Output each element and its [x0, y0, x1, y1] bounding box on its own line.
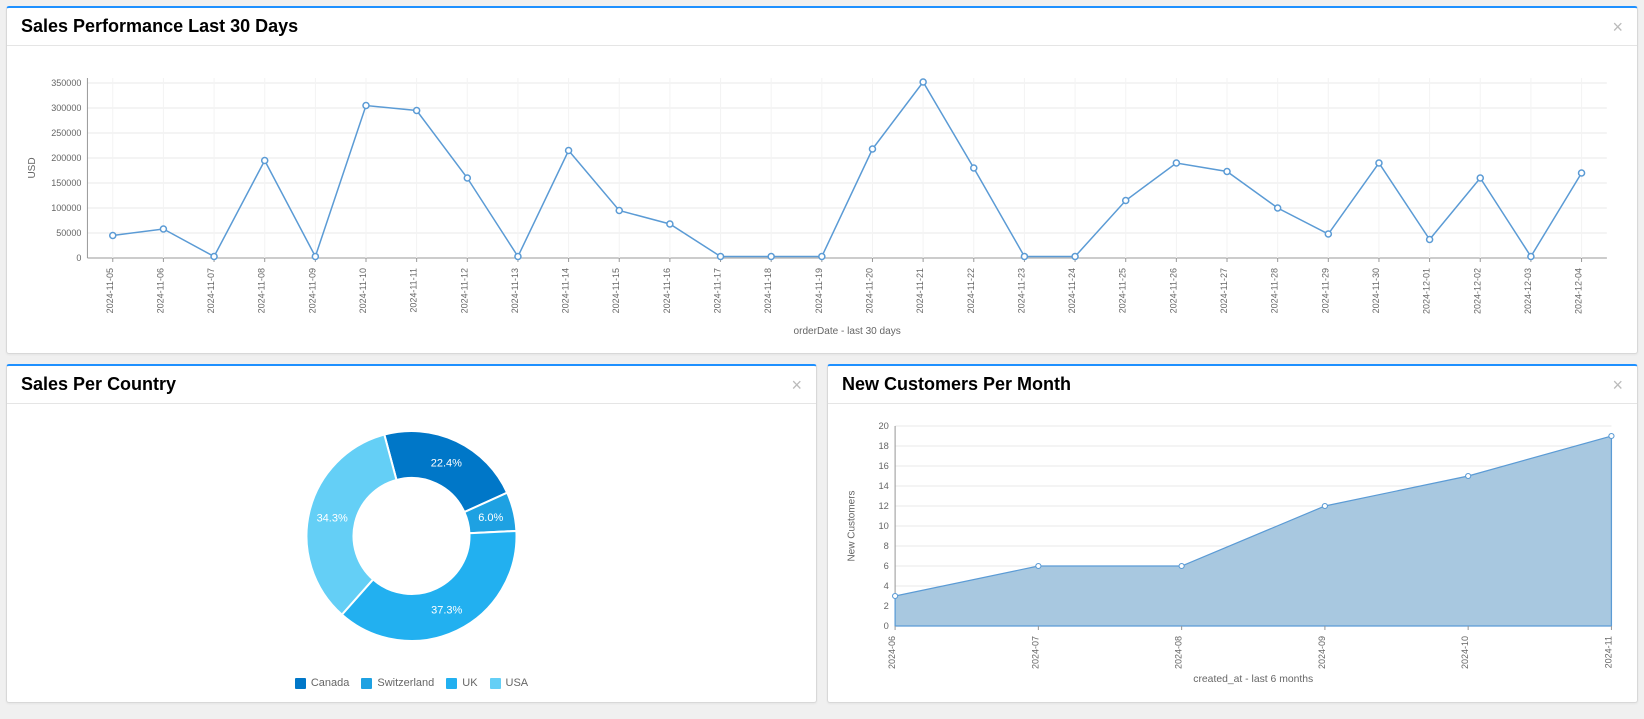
panel-header: Sales Performance Last 30 Days × [7, 8, 1637, 46]
panel-title: Sales Per Country [21, 374, 176, 395]
panel-header: New Customers Per Month × [828, 366, 1637, 404]
svg-text:2024-12-01: 2024-12-01 [1422, 268, 1432, 314]
svg-text:2024-11-07: 2024-11-07 [206, 268, 216, 313]
legend-swatch [361, 678, 372, 689]
svg-text:2024-11-19: 2024-11-19 [814, 268, 824, 313]
legend-label: Canada [311, 677, 350, 689]
svg-text:2024-12-02: 2024-12-02 [1472, 268, 1482, 314]
svg-text:2024-11-12: 2024-11-12 [459, 268, 469, 313]
svg-text:4: 4 [884, 581, 889, 591]
svg-text:12: 12 [878, 501, 888, 511]
svg-text:8: 8 [884, 541, 889, 551]
svg-text:2024-06: 2024-06 [887, 636, 897, 669]
svg-text:50000: 50000 [56, 228, 81, 238]
svg-text:2024-11-11: 2024-11-11 [409, 268, 419, 313]
svg-text:250000: 250000 [51, 128, 81, 138]
panel-title: Sales Performance Last 30 Days [21, 16, 298, 37]
svg-text:2024-11-10: 2024-11-10 [358, 268, 368, 313]
svg-text:0: 0 [884, 621, 889, 631]
legend-label: USA [506, 677, 529, 689]
panel-new-customers: New Customers Per Month × 0 2 4 6 8 10 12 14 16 1… [827, 364, 1638, 703]
legend-label: UK [462, 677, 477, 689]
svg-text:6.0%: 6.0% [478, 512, 503, 524]
svg-text:2024-12-04: 2024-12-04 [1574, 268, 1584, 314]
legend-label: Switzerland [377, 677, 434, 689]
svg-text:2024-11-25: 2024-11-25 [1118, 268, 1128, 313]
svg-text:2024-07: 2024-07 [1030, 636, 1040, 669]
svg-text:2024-09: 2024-09 [1317, 636, 1327, 669]
svg-text:16: 16 [878, 461, 888, 471]
legend-item[interactable]: USA [490, 677, 529, 689]
panel-body: 22.4% 6.0% 37.3% 34.3% Canada Switzerland UK U… [7, 404, 816, 702]
chart-sales-30[interactable]: 0 50000 100000 150000 200000 250000 300000 3500… [17, 58, 1627, 338]
svg-text:200000: 200000 [51, 153, 81, 163]
chart-sales-country[interactable]: 22.4% 6.0% 37.3% 34.3% [17, 416, 806, 666]
panel-sales-country: Sales Per Country × 22.4% 6.0% 37.3% 34.3% … [6, 364, 817, 703]
svg-text:2024-11-17: 2024-11-17 [713, 268, 723, 313]
legend: Canada Switzerland UK USA [17, 671, 806, 692]
panel-title: New Customers Per Month [842, 374, 1071, 395]
svg-text:2024-11-05: 2024-11-05 [105, 268, 115, 313]
svg-text:2024-11-26: 2024-11-26 [1168, 268, 1178, 313]
svg-text:2024-11-09: 2024-11-09 [307, 268, 317, 313]
svg-text:2024-10: 2024-10 [1460, 636, 1470, 669]
chart-new-customers[interactable]: 0 2 4 6 8 10 12 14 16 18 20 New Customers 2024-06 202… [838, 416, 1627, 686]
close-icon[interactable]: × [1612, 18, 1623, 36]
svg-text:2024-11-06: 2024-11-06 [155, 268, 165, 313]
svg-text:14: 14 [878, 481, 888, 491]
svg-text:2024-11-29: 2024-11-29 [1320, 268, 1330, 313]
svg-text:orderDate - last 30 days: orderDate - last 30 days [794, 326, 901, 337]
svg-text:18: 18 [878, 441, 888, 451]
svg-text:2024-11-15: 2024-11-15 [611, 268, 621, 313]
svg-text:150000: 150000 [51, 178, 81, 188]
svg-text:0: 0 [76, 253, 81, 263]
svg-text:New Customers: New Customers [846, 490, 857, 561]
svg-text:2024-11-13: 2024-11-13 [510, 268, 520, 313]
svg-text:2024-11-16: 2024-11-16 [662, 268, 672, 313]
close-icon[interactable]: × [791, 376, 802, 394]
panel-sales-30: Sales Performance Last 30 Days × 0 50000 1… [6, 6, 1638, 354]
svg-text:2024-11-08: 2024-11-08 [257, 268, 267, 313]
svg-text:2024-11-30: 2024-11-30 [1371, 268, 1381, 313]
svg-text:20: 20 [878, 421, 888, 431]
panel-body: 0 50000 100000 150000 200000 250000 300000 3500… [7, 46, 1637, 353]
svg-text:2024-11-23: 2024-11-23 [1016, 268, 1026, 313]
svg-text:10: 10 [878, 521, 888, 531]
panel-body: 0 2 4 6 8 10 12 14 16 18 20 New Customers 2024-06 202… [828, 404, 1637, 701]
svg-text:350000: 350000 [51, 78, 81, 88]
svg-text:USD: USD [27, 157, 38, 178]
svg-text:2024-11-22: 2024-11-22 [966, 268, 976, 313]
legend-swatch [490, 678, 501, 689]
legend-swatch [295, 678, 306, 689]
close-icon[interactable]: × [1612, 376, 1623, 394]
svg-text:2024-11-14: 2024-11-14 [561, 268, 571, 313]
legend-item[interactable]: Canada [295, 677, 350, 689]
svg-text:2024-11-18: 2024-11-18 [763, 268, 773, 313]
svg-text:6: 6 [884, 561, 889, 571]
svg-text:100000: 100000 [51, 203, 81, 213]
svg-text:2024-12-03: 2024-12-03 [1523, 268, 1533, 314]
legend-swatch [446, 678, 457, 689]
svg-text:300000: 300000 [51, 103, 81, 113]
svg-text:2024-11-20: 2024-11-20 [864, 268, 874, 313]
svg-text:34.3%: 34.3% [317, 512, 348, 524]
legend-item[interactable]: UK [446, 677, 477, 689]
svg-text:2024-08: 2024-08 [1173, 636, 1183, 669]
svg-text:2024-11-24: 2024-11-24 [1067, 268, 1077, 313]
svg-text:22.4%: 22.4% [431, 457, 462, 469]
svg-text:2024-11-21: 2024-11-21 [915, 268, 925, 313]
svg-text:2024-11: 2024-11 [1603, 636, 1613, 668]
svg-text:37.3%: 37.3% [431, 604, 462, 616]
svg-text:created_at - last 6 months: created_at - last 6 months [1193, 674, 1313, 685]
svg-text:2: 2 [884, 601, 889, 611]
svg-text:2024-11-28: 2024-11-28 [1270, 268, 1280, 313]
svg-text:2024-11-27: 2024-11-27 [1219, 268, 1229, 313]
panel-header: Sales Per Country × [7, 366, 816, 404]
legend-item[interactable]: Switzerland [361, 677, 434, 689]
